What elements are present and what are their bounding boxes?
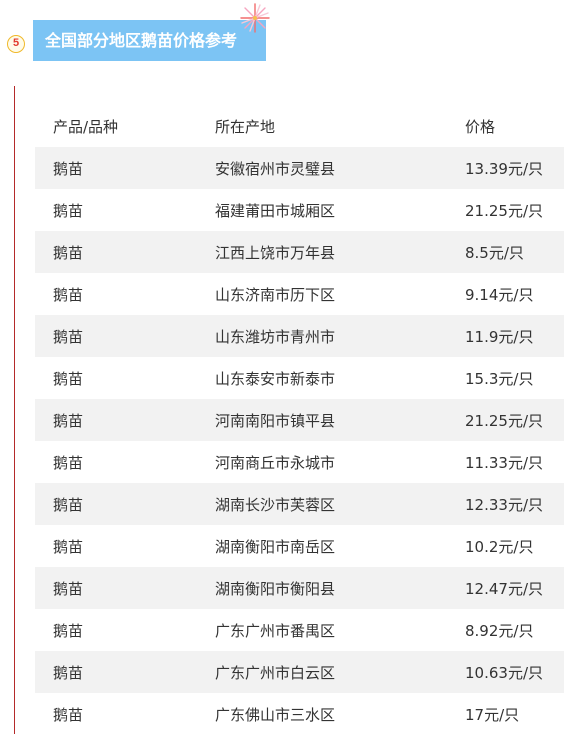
cell-product: 鹅苗 — [53, 537, 84, 556]
cell-origin: 福建莆田市城厢区 — [215, 201, 336, 220]
cell-origin: 山东泰安市新泰市 — [215, 369, 336, 388]
table-row: 鹅苗 广东广州市番禺区 8.92元/只 — [35, 609, 564, 651]
cell-product: 鹅苗 — [53, 285, 84, 304]
accent-divider-line — [14, 86, 15, 734]
price-table: 产品/品种 所在产地 价格 鹅苗 安徽宿州市灵璧县 13.39元/只 鹅苗 福建莆田市城… — [35, 105, 564, 735]
cell-price: 17元/只 — [465, 705, 520, 724]
cell-product: 鹅苗 — [53, 201, 84, 220]
table-row: 鹅苗 河南南阳市镇平县 21.25元/只 — [35, 399, 564, 441]
cell-product: 鹅苗 — [53, 495, 84, 514]
cell-origin: 河南南阳市镇平县 — [215, 411, 336, 430]
cell-price: 15.3元/只 — [465, 369, 534, 388]
cell-price: 12.47元/只 — [465, 579, 543, 598]
table-row: 鹅苗 江西上饶市万年县 8.5元/只 — [35, 231, 564, 273]
cell-origin: 山东济南市历下区 — [215, 285, 336, 304]
cell-product: 鹅苗 — [53, 327, 84, 346]
table-header-row: 产品/品种 所在产地 价格 — [35, 105, 564, 147]
cell-price: 11.33元/只 — [465, 453, 543, 472]
cell-origin: 广东广州市番禺区 — [215, 621, 336, 640]
table-row: 鹅苗 湖南衡阳市衡阳县 12.47元/只 — [35, 567, 564, 609]
cell-price: 11.9元/只 — [465, 327, 534, 346]
cell-origin: 山东潍坊市青州市 — [215, 327, 336, 346]
cell-origin: 广东广州市白云区 — [215, 663, 336, 682]
cell-price: 12.33元/只 — [465, 495, 543, 514]
cell-product: 鹅苗 — [53, 663, 84, 682]
table-row: 鹅苗 广东佛山市三水区 17元/只 — [35, 693, 564, 735]
table-row: 鹅苗 安徽宿州市灵璧县 13.39元/只 — [35, 147, 564, 189]
header-product: 产品/品种 — [53, 117, 119, 136]
cell-product: 鹅苗 — [53, 453, 84, 472]
section-header: 5 全国部分地区鹅苗价格参考 — [0, 0, 579, 80]
cell-product: 鹅苗 — [53, 243, 84, 262]
table-row: 鹅苗 湖南衡阳市南岳区 10.2元/只 — [35, 525, 564, 567]
cell-price: 13.39元/只 — [465, 159, 543, 178]
table-row: 鹅苗 福建莆田市城厢区 21.25元/只 — [35, 189, 564, 231]
cell-price: 8.5元/只 — [465, 243, 524, 262]
cell-origin: 湖南长沙市芙蓉区 — [215, 495, 336, 514]
cell-product: 鹅苗 — [53, 369, 84, 388]
firework-icon — [240, 3, 270, 33]
cell-product: 鹅苗 — [53, 621, 84, 640]
cell-origin: 湖南衡阳市衡阳县 — [215, 579, 336, 598]
cell-product: 鹅苗 — [53, 705, 84, 724]
cell-price: 10.63元/只 — [465, 663, 543, 682]
table-row: 鹅苗 广东广州市白云区 10.63元/只 — [35, 651, 564, 693]
cell-origin: 湖南衡阳市南岳区 — [215, 537, 336, 556]
header-price: 价格 — [465, 117, 496, 136]
cell-product: 鹅苗 — [53, 411, 84, 430]
cell-origin: 河南商丘市永城市 — [215, 453, 336, 472]
table-row: 鹅苗 山东济南市历下区 9.14元/只 — [35, 273, 564, 315]
table-row: 鹅苗 湖南长沙市芙蓉区 12.33元/只 — [35, 483, 564, 525]
cell-price: 21.25元/只 — [465, 201, 543, 220]
cell-product: 鹅苗 — [53, 159, 84, 178]
cell-price: 21.25元/只 — [465, 411, 543, 430]
cell-origin: 江西上饶市万年县 — [215, 243, 336, 262]
cell-price: 10.2元/只 — [465, 537, 534, 556]
cell-price: 9.14元/只 — [465, 285, 534, 304]
table-row: 鹅苗 山东泰安市新泰市 15.3元/只 — [35, 357, 564, 399]
cell-origin: 安徽宿州市灵璧县 — [215, 159, 336, 178]
header-origin: 所在产地 — [215, 117, 276, 136]
section-title: 全国部分地区鹅苗价格参考 — [33, 20, 266, 61]
cell-price: 8.92元/只 — [465, 621, 534, 640]
section-number-badge: 5 — [7, 35, 25, 53]
cell-origin: 广东佛山市三水区 — [215, 705, 336, 724]
table-row: 鹅苗 河南商丘市永城市 11.33元/只 — [35, 441, 564, 483]
table-row: 鹅苗 山东潍坊市青州市 11.9元/只 — [35, 315, 564, 357]
cell-product: 鹅苗 — [53, 579, 84, 598]
